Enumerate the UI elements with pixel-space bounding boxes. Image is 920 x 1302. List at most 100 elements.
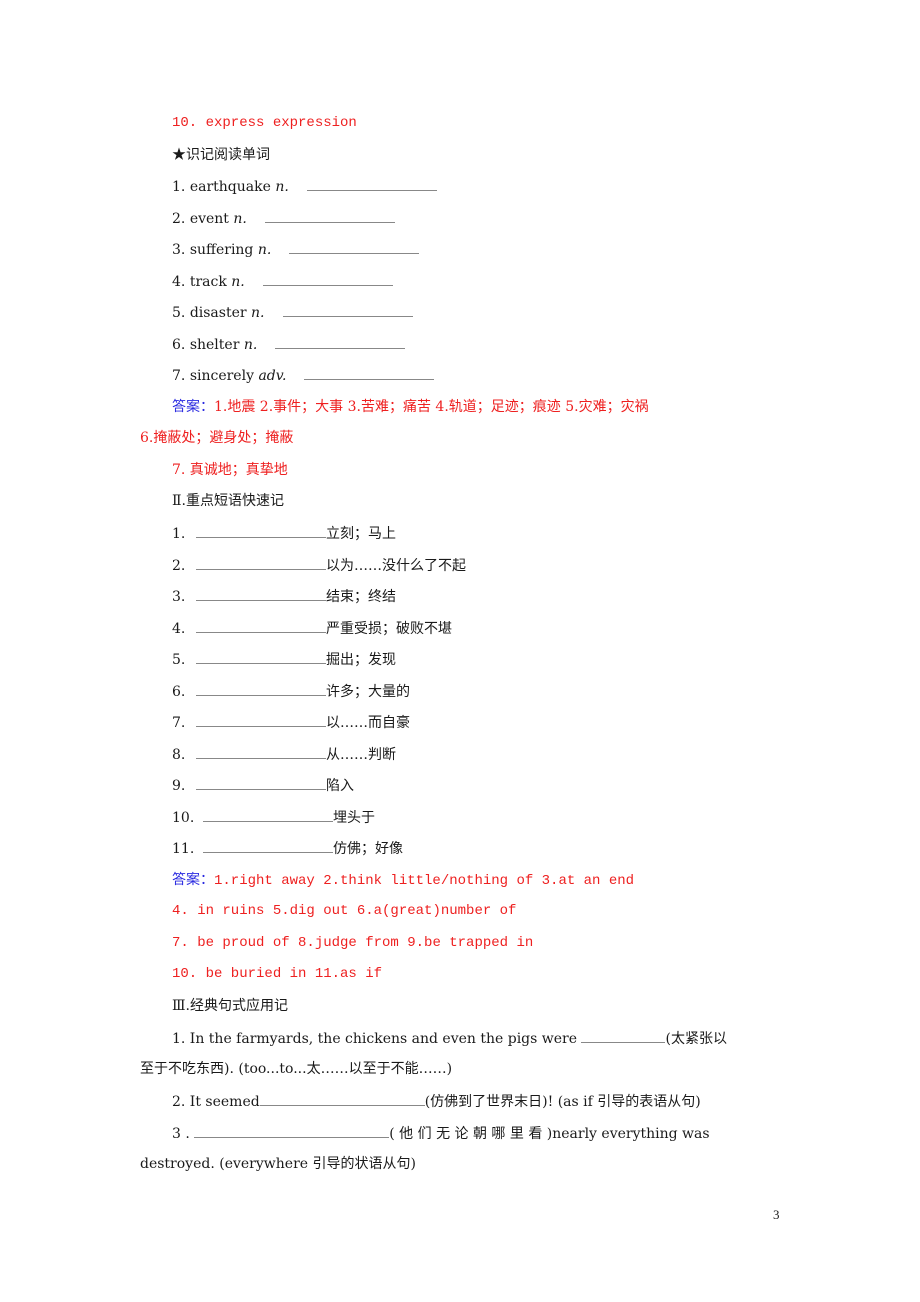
item-answer-blank[interactable] bbox=[306, 176, 437, 191]
answer-label: 答案： bbox=[172, 872, 214, 888]
reading-answer-line-3: 7. 真诚地；真挚地 bbox=[172, 462, 288, 478]
item-answer-blank[interactable] bbox=[196, 555, 326, 570]
item-answer-blank[interactable] bbox=[203, 838, 333, 853]
item-meaning: 仿佛；好像 bbox=[333, 841, 403, 857]
phrase-answer-line-1: 答案：1.right away 2.think little/nothing o… bbox=[172, 870, 634, 891]
item-answer-blank[interactable] bbox=[264, 208, 395, 223]
item-number: 5. bbox=[172, 305, 186, 321]
reading-word-item: 4. track n. bbox=[172, 271, 393, 292]
sentence-2-hint: (仿佛到了世界末日)! (as if 引导的表语从句) bbox=[424, 1094, 701, 1110]
phrase-answer-line-2: 4. in ruins 5.dig out 6.a(great)number o… bbox=[172, 903, 517, 919]
item-number: 2. bbox=[172, 557, 186, 574]
item-answer-blank[interactable] bbox=[196, 618, 326, 633]
reading-word-item: 6. shelter n. bbox=[172, 334, 406, 355]
item-answer-blank[interactable] bbox=[196, 744, 326, 759]
reading-word-item: 2. event n. bbox=[172, 208, 395, 229]
item-number: 11. bbox=[172, 841, 195, 857]
section-title-reading-words: ★识记阅读单词 bbox=[172, 147, 270, 163]
item-number: 8. bbox=[172, 746, 186, 763]
item-answer-blank[interactable] bbox=[196, 712, 326, 727]
item-answer-blank[interactable] bbox=[196, 649, 326, 664]
page-number: 3 bbox=[773, 1207, 780, 1222]
item-meaning: 以为……没什么了不起 bbox=[326, 557, 466, 574]
item-number: 5. bbox=[172, 652, 186, 668]
item-answer-blank[interactable] bbox=[196, 775, 326, 790]
item-part-of-speech: n. bbox=[243, 336, 258, 353]
reading-word-item: 7. sincerely adv. bbox=[172, 365, 435, 386]
sentence-3-number: 3 . bbox=[172, 1126, 195, 1142]
sentence-1-hint: (太紧张以 bbox=[665, 1031, 727, 1047]
item-meaning: 以……而自豪 bbox=[326, 715, 410, 731]
answer-label: 答案： bbox=[172, 399, 214, 415]
item-number: 10. bbox=[172, 809, 195, 826]
item-word: earthquake bbox=[189, 179, 271, 195]
sentence-1-text: 1. In the farmyards, the chickens and ev… bbox=[172, 1031, 582, 1047]
phrase-item: 4. 严重受损；破败不堪 bbox=[172, 618, 452, 639]
item-number: 6. bbox=[172, 336, 186, 353]
phrase-item: 10. 埋头于 bbox=[172, 807, 375, 828]
sentence-3-continued: destroyed. (everywhere 引导的状语从句) bbox=[140, 1156, 416, 1172]
section-title-sentences: Ⅲ.经典句式应用记 bbox=[172, 998, 288, 1014]
item-part-of-speech: n. bbox=[231, 273, 245, 290]
item-answer-blank[interactable] bbox=[196, 681, 326, 696]
item-word: shelter bbox=[189, 336, 240, 353]
item-answer-blank[interactable] bbox=[262, 271, 393, 286]
item-word: disaster bbox=[189, 305, 247, 321]
item-meaning: 陷入 bbox=[326, 778, 354, 794]
item-number: 1. bbox=[172, 526, 186, 542]
sentence-3: 3 . ( 他 们 无 论 朝 哪 里 看 )nearly everything… bbox=[172, 1123, 710, 1144]
phrase-item: 1. 立刻；马上 bbox=[172, 523, 396, 544]
item-answer-blank[interactable] bbox=[203, 807, 333, 822]
item-part-of-speech: n. bbox=[257, 242, 272, 258]
item-answer-blank[interactable] bbox=[196, 586, 326, 601]
item-meaning: 许多；大量的 bbox=[326, 683, 410, 700]
item-meaning: 从……判断 bbox=[326, 746, 396, 763]
reading-answer-line-1: 答案：1.地震 2.事件；大事 3.苦难；痛苦 4.轨道；足迹；痕迹 5.灾难；… bbox=[172, 397, 649, 417]
item-number: 3. bbox=[172, 589, 186, 605]
item-word: sincerely bbox=[189, 368, 254, 384]
item-answer-blank[interactable] bbox=[282, 302, 413, 317]
phrase-item: 8. 从……判断 bbox=[172, 744, 396, 765]
item-answer-blank[interactable] bbox=[275, 334, 406, 349]
section-title-phrases: Ⅱ.重点短语快速记 bbox=[172, 493, 284, 509]
sentence-2-text: 2. It seemed bbox=[172, 1094, 260, 1110]
item-number: 2. bbox=[172, 210, 186, 227]
item-number: 7. bbox=[172, 715, 186, 731]
sentence-3-blank[interactable] bbox=[194, 1123, 390, 1138]
item-number: 4. bbox=[172, 620, 186, 637]
item-part-of-speech: n. bbox=[275, 179, 289, 195]
item-word: suffering bbox=[189, 242, 254, 258]
item-number: 3. bbox=[172, 242, 186, 258]
item-answer-blank[interactable] bbox=[304, 365, 435, 380]
reading-word-item: 3. suffering n. bbox=[172, 239, 420, 260]
reading-answer-line-2: 6.掩蔽处；避身处；掩蔽 bbox=[140, 430, 294, 446]
answer-text: 1.地震 2.事件；大事 3.苦难；痛苦 4.轨道；足迹；痕迹 5.灾难；灾祸 bbox=[214, 399, 649, 415]
item-answer-blank[interactable] bbox=[196, 523, 326, 538]
item-part-of-speech: n. bbox=[233, 210, 247, 227]
sentence-2: 2. It seemed (仿佛到了世界末日)! (as if 引导的表语从句) bbox=[172, 1091, 701, 1112]
phrase-item: 11. 仿佛；好像 bbox=[172, 838, 403, 859]
phrase-item: 2. 以为……没什么了不起 bbox=[172, 555, 466, 576]
reading-word-item: 5. disaster n. bbox=[172, 302, 413, 323]
sentence-1: 1. In the farmyards, the chickens and ev… bbox=[172, 1028, 727, 1049]
answer-text: 1.right away 2.think little/nothing of 3… bbox=[214, 873, 635, 889]
item-number: 4. bbox=[172, 273, 186, 290]
item-number: 1. bbox=[172, 179, 186, 195]
phrase-item: 7. 以……而自豪 bbox=[172, 712, 410, 733]
sentence-2-blank[interactable] bbox=[259, 1091, 425, 1106]
item-answer-blank[interactable] bbox=[289, 239, 420, 254]
sentence-1-blank[interactable] bbox=[581, 1028, 666, 1043]
item-meaning: 结束；终结 bbox=[326, 589, 396, 605]
item-meaning: 埋头于 bbox=[333, 809, 375, 826]
item-part-of-speech: n. bbox=[251, 305, 265, 321]
sentence-3-hint: ( 他 们 无 论 朝 哪 里 看 )nearly everything was bbox=[389, 1126, 710, 1142]
item-meaning: 立刻；马上 bbox=[326, 526, 396, 542]
item-meaning: 掘出；发现 bbox=[326, 652, 396, 668]
item-word: event bbox=[189, 210, 229, 227]
item-part-of-speech: adv. bbox=[258, 368, 287, 384]
item-word: track bbox=[189, 273, 227, 290]
phrase-answer-line-4: 10. be buried in 11.as if bbox=[172, 966, 383, 982]
phrase-answer-line-3: 7. be proud of 8.judge from 9.be trapped… bbox=[172, 935, 534, 951]
item-meaning: 严重受损；破败不堪 bbox=[326, 620, 452, 637]
sentence-1-continued: 至于不吃东西). (too...to...太……以至于不能……) bbox=[140, 1061, 453, 1077]
